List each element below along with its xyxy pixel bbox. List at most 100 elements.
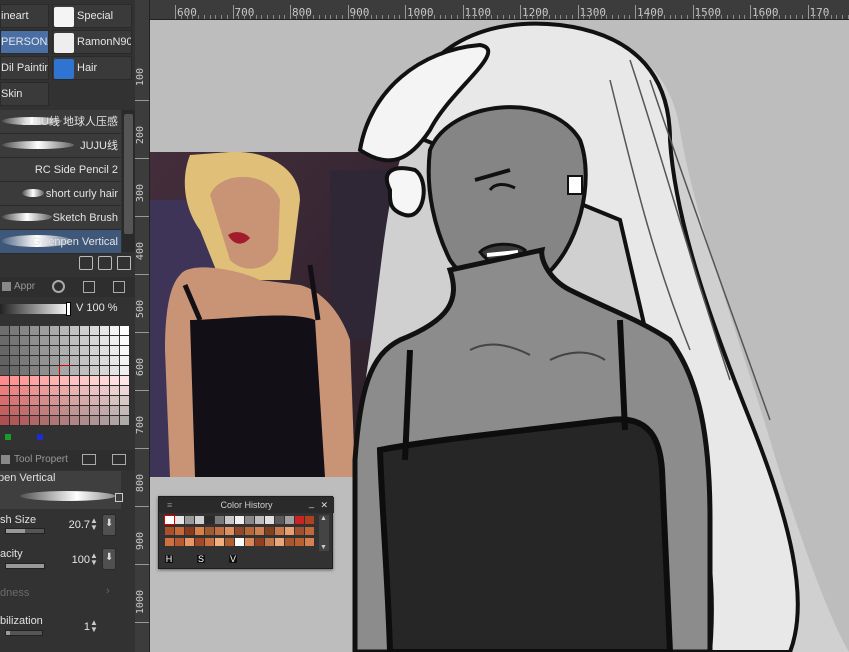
blue-swatch[interactable] <box>37 434 43 440</box>
color-cell[interactable] <box>110 396 120 406</box>
brush-size-spinner[interactable]: ▲ ▼ <box>90 517 98 532</box>
color-cell[interactable] <box>60 336 70 346</box>
color-cell[interactable] <box>80 326 90 336</box>
color-cell[interactable] <box>80 346 90 356</box>
color-cell[interactable] <box>50 406 60 416</box>
color-cell[interactable] <box>20 326 30 336</box>
history-swatch[interactable] <box>175 527 184 535</box>
brush-size-dropdown[interactable]: ⬇ <box>102 514 116 536</box>
history-swatch[interactable] <box>225 538 234 546</box>
color-wheel-icon[interactable] <box>52 280 65 293</box>
history-swatch[interactable] <box>265 516 274 524</box>
color-cell[interactable] <box>70 376 80 386</box>
download-icon[interactable] <box>79 256 93 270</box>
history-swatch[interactable] <box>295 538 304 546</box>
color-cell[interactable] <box>0 336 10 346</box>
color-cell[interactable] <box>120 376 130 386</box>
opacity-dropdown[interactable]: ⬇ <box>102 548 116 570</box>
color-cell[interactable] <box>70 366 80 376</box>
color-cell[interactable] <box>50 396 60 406</box>
lock-icon[interactable] <box>115 493 123 502</box>
color-cell[interactable] <box>30 346 40 356</box>
color-cell[interactable] <box>0 396 10 406</box>
color-cell[interactable] <box>120 396 130 406</box>
color-cell[interactable] <box>30 326 40 336</box>
color-cell[interactable] <box>120 356 130 366</box>
color-cell[interactable] <box>10 356 20 366</box>
history-swatch[interactable] <box>185 538 194 546</box>
color-cell[interactable] <box>80 366 90 376</box>
history-swatch[interactable] <box>185 527 194 535</box>
history-swatch[interactable] <box>164 515 175 525</box>
color-cell[interactable] <box>90 416 100 426</box>
color-cell[interactable] <box>30 386 40 396</box>
history-swatch[interactable] <box>225 516 234 524</box>
color-cell[interactable] <box>10 326 20 336</box>
history-swatch[interactable] <box>175 516 184 524</box>
close-icon[interactable]: ✕ <box>320 497 328 513</box>
value-slider[interactable] <box>0 304 70 314</box>
color-cell[interactable] <box>20 376 30 386</box>
history-swatch[interactable] <box>185 516 194 524</box>
color-cell[interactable] <box>60 376 70 386</box>
color-cell[interactable] <box>100 366 110 376</box>
color-cell[interactable] <box>110 366 120 376</box>
color-cell[interactable] <box>30 416 40 426</box>
color-cell[interactable] <box>60 396 70 406</box>
history-swatch[interactable] <box>235 527 244 535</box>
color-cell[interactable] <box>90 346 100 356</box>
color-cell[interactable] <box>70 336 80 346</box>
history-swatch[interactable] <box>165 527 174 535</box>
category-hair[interactable]: Hair <box>52 56 132 80</box>
color-history-titlebar[interactable]: ≡ Color History _ ✕ <box>159 497 334 513</box>
history-swatch[interactable] <box>195 527 204 535</box>
history-swatch[interactable] <box>255 516 264 524</box>
color-cell[interactable] <box>120 406 130 416</box>
color-cell[interactable] <box>20 386 30 396</box>
color-cell[interactable] <box>70 416 80 426</box>
color-cell[interactable] <box>100 346 110 356</box>
history-swatch[interactable] <box>195 538 204 546</box>
color-cell[interactable] <box>50 356 60 366</box>
color-cell[interactable] <box>20 416 30 426</box>
color-cell[interactable] <box>90 326 100 336</box>
color-cell[interactable] <box>10 336 20 346</box>
color-cell[interactable] <box>0 326 10 336</box>
color-cell[interactable] <box>90 386 100 396</box>
color-cell[interactable] <box>60 406 70 416</box>
stabilization-spinner[interactable]: ▲ ▼ <box>90 619 98 634</box>
color-cell[interactable] <box>120 366 130 376</box>
color-cell[interactable] <box>70 396 80 406</box>
color-cell[interactable] <box>120 336 130 346</box>
color-cell[interactable] <box>90 376 100 386</box>
color-cell[interactable] <box>40 336 50 346</box>
intermediate-color-icon[interactable] <box>113 281 125 293</box>
color-cell[interactable] <box>60 346 70 356</box>
color-cell[interactable] <box>70 406 80 416</box>
color-cell[interactable] <box>30 396 40 406</box>
color-cell[interactable] <box>40 356 50 366</box>
color-cell[interactable] <box>10 366 20 376</box>
color-cell[interactable] <box>40 376 50 386</box>
color-cell[interactable] <box>59 365 71 377</box>
history-swatch[interactable] <box>235 516 244 524</box>
tab-tool-property[interactable]: Tool Propert <box>14 450 68 470</box>
color-cell[interactable] <box>10 406 20 416</box>
color-cell[interactable] <box>10 396 20 406</box>
color-cell[interactable] <box>90 336 100 346</box>
color-cell[interactable] <box>10 376 20 386</box>
scroll-up-icon[interactable]: ▲ <box>320 515 327 522</box>
color-cell[interactable] <box>70 326 80 336</box>
color-cell[interactable] <box>50 366 60 376</box>
color-cell[interactable] <box>80 376 90 386</box>
history-swatch[interactable] <box>205 527 214 535</box>
color-cell[interactable] <box>50 346 60 356</box>
color-cell[interactable] <box>60 326 70 336</box>
copy-icon[interactable] <box>98 256 112 270</box>
history-swatch[interactable] <box>195 516 204 524</box>
history-swatch[interactable] <box>285 527 294 535</box>
color-cell[interactable] <box>110 356 120 366</box>
color-cell[interactable] <box>90 356 100 366</box>
color-cell[interactable] <box>120 326 130 336</box>
brush-size-slider[interactable] <box>5 528 45 534</box>
